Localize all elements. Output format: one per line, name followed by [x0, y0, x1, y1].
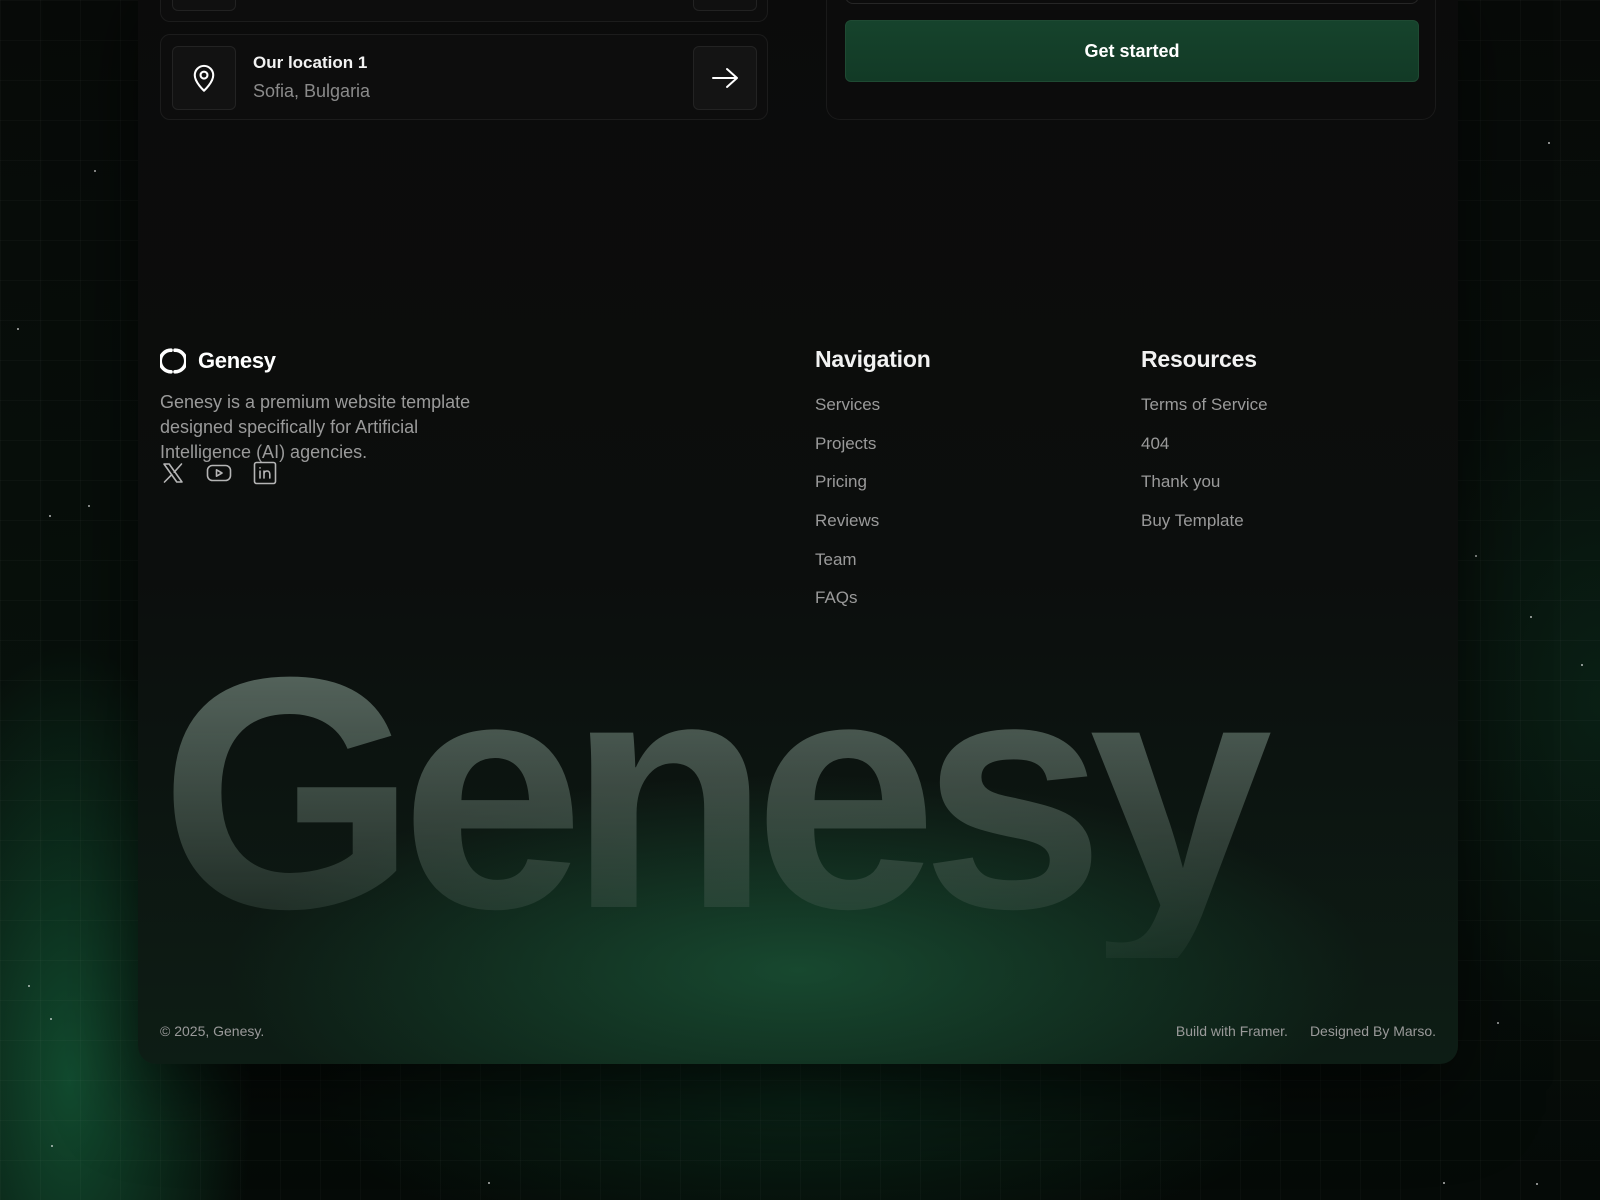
arrow-right-icon [712, 68, 738, 88]
nav-link-projects[interactable]: Projects [815, 434, 931, 473]
nav-link-pricing[interactable]: Pricing [815, 472, 931, 511]
brand-description: Genesy is a premium website template des… [160, 392, 471, 462]
nav-link-services[interactable]: Services [815, 395, 931, 434]
background-star [50, 1018, 52, 1020]
location-icon-box [172, 0, 236, 11]
background-star [49, 515, 51, 517]
location-card-previous[interactable] [160, 0, 768, 22]
x-social-link[interactable] [160, 460, 186, 486]
background-star [1530, 616, 1532, 618]
background-star [488, 1182, 490, 1184]
location-icon-box [172, 46, 236, 110]
footer-resources-column: Resources Terms of Service 404 Thank you… [1141, 346, 1268, 550]
background-star [1475, 555, 1477, 557]
youtube-icon [206, 464, 232, 482]
background-star [1443, 1182, 1445, 1184]
built-with-framer-link[interactable]: Build with Framer. [1176, 1023, 1288, 1039]
location-title: Our location 1 [253, 53, 368, 72]
background-star [28, 985, 30, 987]
location-card[interactable]: Our location 1 Sofia, Bulgaria [160, 34, 768, 120]
map-pin-icon [193, 64, 215, 92]
location-arrow-button[interactable] [693, 0, 757, 11]
background-star [1536, 1183, 1538, 1185]
resource-link-thank-you[interactable]: Thank you [1141, 472, 1268, 511]
designed-by-link[interactable]: Designed By Marso. [1310, 1023, 1436, 1039]
linkedin-icon [253, 461, 277, 485]
background-star [94, 170, 96, 172]
location-arrow-button[interactable] [693, 46, 757, 110]
footer-credits: Build with Framer. Designed By Marso. [1176, 1023, 1436, 1039]
nav-link-team[interactable]: Team [815, 550, 931, 589]
resource-link-404[interactable]: 404 [1141, 434, 1268, 473]
background-star [1497, 1022, 1499, 1024]
footer-wordmark: Genesy [160, 628, 1458, 958]
background-star [1581, 664, 1583, 666]
footer-navigation-column: Navigation Services Projects Pricing Rev… [815, 346, 931, 627]
background-star [88, 505, 90, 507]
x-icon [163, 463, 183, 483]
background-star [17, 328, 19, 330]
social-links [160, 460, 278, 486]
nav-link-reviews[interactable]: Reviews [815, 511, 931, 550]
contact-form-card: Get started [826, 0, 1436, 120]
genesy-logo-icon [160, 348, 186, 374]
copyright-text: © 2025, Genesy. [160, 1023, 265, 1039]
resources-heading: Resources [1141, 346, 1257, 372]
form-field[interactable] [845, 0, 1419, 4]
content-panel: Our location 1 Sofia, Bulgaria Get start… [138, 0, 1458, 1064]
background-star [1548, 142, 1550, 144]
youtube-social-link[interactable] [206, 460, 232, 486]
footer-brand[interactable]: Genesy [160, 348, 276, 374]
brand-name: Genesy [198, 348, 276, 373]
resource-link-terms[interactable]: Terms of Service [1141, 395, 1268, 434]
linkedin-social-link[interactable] [252, 460, 278, 486]
location-address: Sofia, Bulgaria [253, 81, 371, 101]
navigation-heading: Navigation [815, 346, 931, 372]
resource-link-buy-template[interactable]: Buy Template [1141, 511, 1268, 550]
get-started-button[interactable]: Get started [845, 20, 1419, 82]
background-star [51, 1145, 53, 1147]
